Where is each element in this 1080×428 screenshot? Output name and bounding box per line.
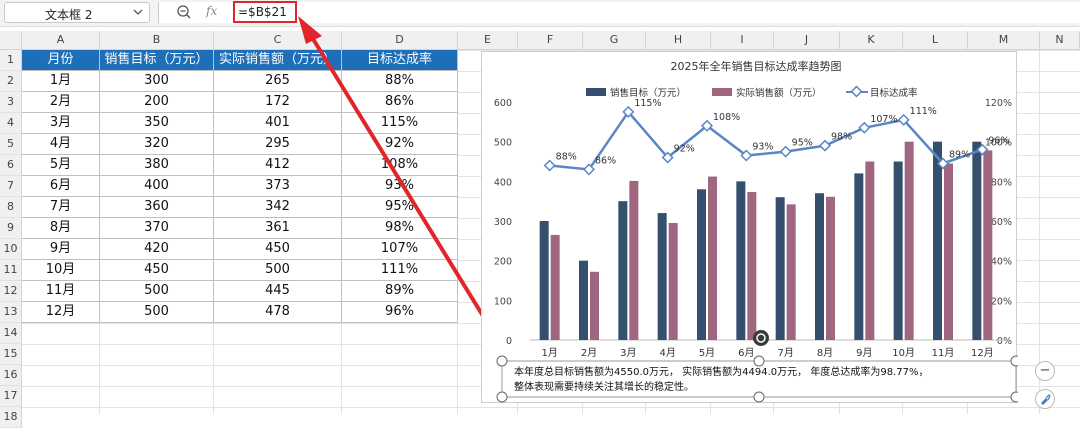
bar-actual bbox=[747, 192, 757, 340]
x-tick-label: 9月 bbox=[856, 347, 872, 359]
bar-actual bbox=[944, 163, 953, 340]
y-tick-left: 300 bbox=[494, 217, 512, 228]
line-point bbox=[543, 159, 556, 172]
resize-handle[interactable] bbox=[496, 355, 508, 367]
bar-target bbox=[697, 189, 706, 340]
bar-actual bbox=[865, 161, 875, 340]
resize-handle[interactable] bbox=[1010, 355, 1018, 367]
bar-actual bbox=[786, 204, 796, 340]
bar-target bbox=[539, 221, 549, 340]
y-tick-right: 80% bbox=[991, 177, 1012, 188]
point-label: 86% bbox=[595, 155, 616, 166]
x-tick-label: 12月 bbox=[971, 347, 994, 359]
point-label: 93% bbox=[752, 142, 773, 153]
point-label: 92% bbox=[674, 144, 695, 155]
point-label: 95% bbox=[792, 138, 813, 149]
x-tick-label: 3月 bbox=[620, 347, 636, 359]
y-tick-left: 400 bbox=[494, 177, 512, 188]
point-label: 115% bbox=[634, 98, 661, 109]
bar-target bbox=[579, 260, 588, 340]
chart-style-button[interactable] bbox=[1035, 389, 1055, 409]
rotate-handle-icon[interactable] bbox=[753, 330, 769, 346]
legend-label: 目标达成率 bbox=[870, 87, 918, 99]
resize-handle[interactable] bbox=[1010, 391, 1018, 403]
x-tick-label: 5月 bbox=[699, 347, 715, 359]
point-label: 108% bbox=[713, 112, 740, 123]
resize-handle[interactable] bbox=[753, 355, 765, 367]
x-tick-label: 1月 bbox=[541, 347, 557, 359]
y-tick-left: 0 bbox=[506, 336, 512, 347]
x-tick-label: 7月 bbox=[777, 347, 793, 359]
resize-handle[interactable] bbox=[753, 391, 765, 403]
bar-actual bbox=[668, 222, 678, 340]
bar-target bbox=[618, 201, 628, 340]
summary-line-1: 本年度总目标销售额为4550.0万元， 实际销售额为4494.0万元， 年度总达… bbox=[514, 365, 928, 378]
bar-actual bbox=[590, 271, 599, 340]
legend-label: 实际销售额（万元） bbox=[736, 87, 822, 99]
bar-target bbox=[775, 197, 785, 340]
y-tick-left: 600 bbox=[494, 98, 512, 109]
zoom-out-button[interactable]: − bbox=[1035, 361, 1055, 381]
legend-marker bbox=[850, 85, 863, 98]
point-label: 98% bbox=[831, 132, 852, 143]
bar-actual bbox=[826, 196, 835, 340]
x-tick-label: 11月 bbox=[932, 347, 955, 359]
line-point bbox=[779, 145, 792, 158]
y-tick-right: 60% bbox=[991, 217, 1012, 228]
bar-actual bbox=[904, 141, 914, 340]
bar-actual bbox=[708, 176, 717, 340]
bar-actual bbox=[550, 234, 560, 340]
point-label: 111% bbox=[910, 106, 937, 117]
point-label: 89% bbox=[949, 149, 970, 160]
combo-chart: 2025年全年销售目标达成率趋势图销售目标（万元） 实际销售额（万元） 目标达成率0… bbox=[494, 59, 1018, 403]
chart-title: 2025年全年销售目标达成率趋势图 bbox=[671, 59, 842, 73]
resize-handle[interactable] bbox=[496, 391, 508, 403]
legend-swatch bbox=[712, 88, 732, 96]
bar-target bbox=[972, 141, 982, 340]
brush-icon bbox=[1041, 394, 1051, 405]
point-label: 107% bbox=[870, 114, 897, 125]
x-tick-label: 10月 bbox=[892, 347, 915, 359]
y-tick-right: 20% bbox=[991, 296, 1012, 307]
summary-line-2: 整体表现需要持续关注其增长的稳定性。 bbox=[514, 380, 694, 393]
y-tick-right: 120% bbox=[985, 98, 1012, 109]
bar-target bbox=[893, 161, 903, 340]
bar-actual bbox=[983, 150, 993, 340]
y-tick-left: 100 bbox=[494, 296, 512, 307]
y-tick-left: 200 bbox=[494, 257, 512, 268]
bar-target bbox=[736, 181, 746, 340]
x-tick-label: 6月 bbox=[738, 347, 754, 359]
x-tick-label: 8月 bbox=[817, 347, 833, 359]
bar-target bbox=[657, 213, 667, 340]
x-tick-label: 4月 bbox=[659, 347, 675, 359]
bar-target bbox=[854, 173, 864, 340]
y-tick-right: 40% bbox=[991, 257, 1012, 268]
bar-target bbox=[815, 193, 824, 340]
line-point bbox=[818, 139, 832, 152]
chart[interactable]: 2025年全年销售目标达成率趋势图 销售目标（万元） 实际销售额（万元） 目标达成率 0… bbox=[481, 51, 1018, 403]
bar-actual bbox=[629, 180, 639, 340]
legend-swatch bbox=[586, 88, 606, 96]
x-tick-label: 2月 bbox=[581, 347, 597, 359]
y-tick-right: 0% bbox=[997, 336, 1012, 347]
point-label: 88% bbox=[556, 151, 577, 162]
line-point bbox=[858, 121, 871, 134]
point-label: 96% bbox=[988, 136, 1009, 147]
bar-target bbox=[933, 141, 942, 340]
y-tick-left: 500 bbox=[494, 138, 512, 149]
